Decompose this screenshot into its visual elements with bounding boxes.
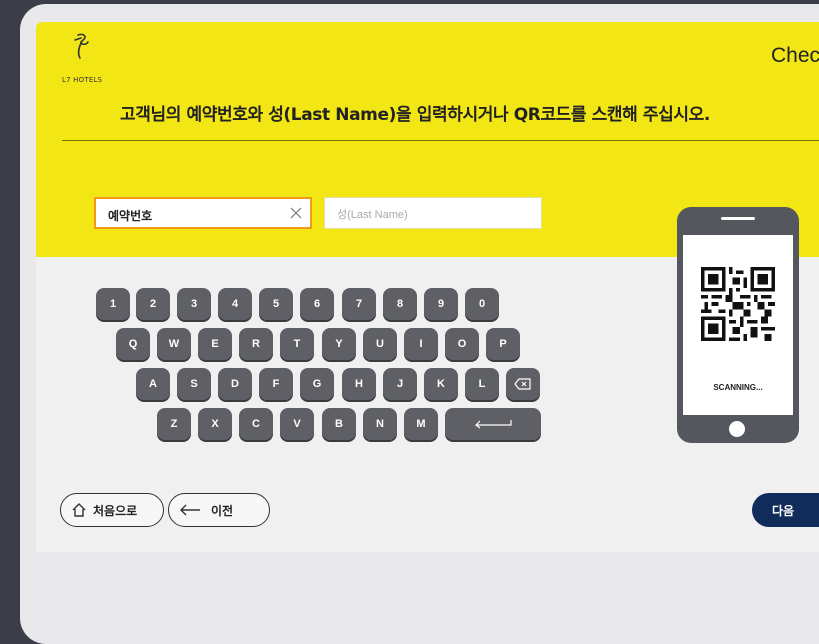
reservation-number-field[interactable]: 예약번호 <box>94 197 312 229</box>
key-e[interactable]: E <box>198 328 232 360</box>
key-0[interactable]: 0 <box>465 288 499 320</box>
home-icon <box>72 503 86 517</box>
key-j[interactable]: J <box>383 368 417 400</box>
key-z[interactable]: Z <box>157 408 191 440</box>
key-h[interactable]: H <box>342 368 376 400</box>
key-o[interactable]: O <box>445 328 479 360</box>
qr-code-icon <box>701 267 775 341</box>
key-y[interactable]: Y <box>322 328 356 360</box>
prev-button-label: 이전 <box>211 503 234 518</box>
key-m[interactable]: M <box>404 408 438 440</box>
key-a[interactable]: A <box>136 368 170 400</box>
phone-speaker <box>721 217 755 220</box>
key-8[interactable]: 8 <box>383 288 417 320</box>
key-n[interactable]: N <box>363 408 397 440</box>
scanning-status: SCANNING... <box>713 383 763 392</box>
key-3[interactable]: 3 <box>177 288 211 320</box>
key-4[interactable]: 4 <box>218 288 252 320</box>
key-w[interactable]: W <box>157 328 191 360</box>
hotel-logo: L7 HOTELS <box>58 32 118 84</box>
key-v[interactable]: V <box>280 408 314 440</box>
key-c[interactable]: C <box>239 408 273 440</box>
key-q[interactable]: Q <box>116 328 150 360</box>
key-5[interactable]: 5 <box>259 288 293 320</box>
last-name-field[interactable]: 성(Last Name) <box>324 197 542 229</box>
phone-home-button <box>729 421 745 437</box>
key-f[interactable]: F <box>259 368 293 400</box>
qr-scanner-phone: SCANNING... <box>677 207 799 443</box>
key-9[interactable]: 9 <box>424 288 458 320</box>
page-title: Chec <box>771 44 819 67</box>
l7-logo-icon <box>74 33 89 59</box>
key-d[interactable]: D <box>218 368 252 400</box>
kiosk-screen: L7 HOTELS Chec 고객님의 예약번호와 성(Last Name)을 … <box>36 22 819 622</box>
key-r[interactable]: R <box>239 328 273 360</box>
key-u[interactable]: U <box>363 328 397 360</box>
clear-icon[interactable] <box>288 205 304 221</box>
home-button[interactable]: 처음으로 <box>60 493 164 527</box>
last-name-placeholder: 성(Last Name) <box>337 209 408 221</box>
key-x[interactable]: X <box>198 408 232 440</box>
enter-key[interactable] <box>445 408 541 440</box>
kiosk-frame: L7 HOTELS Chec 고객님의 예약번호와 성(Last Name)을 … <box>20 4 819 644</box>
enter-icon <box>475 420 512 429</box>
logo-text: L7 HOTELS <box>62 76 103 84</box>
backspace-key[interactable] <box>506 368 540 400</box>
key-b[interactable]: B <box>322 408 356 440</box>
header-divider <box>62 140 819 141</box>
key-7[interactable]: 7 <box>342 288 376 320</box>
phone-screen: SCANNING... <box>683 235 793 415</box>
home-button-label: 처음으로 <box>93 503 138 518</box>
key-k[interactable]: K <box>424 368 458 400</box>
key-p[interactable]: P <box>486 328 520 360</box>
key-2[interactable]: 2 <box>136 288 170 320</box>
key-i[interactable]: I <box>404 328 438 360</box>
prev-button[interactable]: 이전 <box>168 493 270 527</box>
key-s[interactable]: S <box>177 368 211 400</box>
key-g[interactable]: G <box>300 368 334 400</box>
key-l[interactable]: L <box>465 368 499 400</box>
arrow-left-icon <box>180 504 200 516</box>
reservation-number-value: 예약번호 <box>108 209 153 223</box>
key-1[interactable]: 1 <box>96 288 130 320</box>
next-button[interactable]: 다음 <box>752 493 819 527</box>
key-6[interactable]: 6 <box>300 288 334 320</box>
backspace-icon <box>514 378 531 390</box>
footer-strip <box>36 552 819 622</box>
key-t[interactable]: T <box>280 328 314 360</box>
instruction-text: 고객님의 예약번호와 성(Last Name)을 입력하시거나 QR코드를 스캔… <box>120 105 710 125</box>
next-button-label: 다음 <box>772 503 795 518</box>
